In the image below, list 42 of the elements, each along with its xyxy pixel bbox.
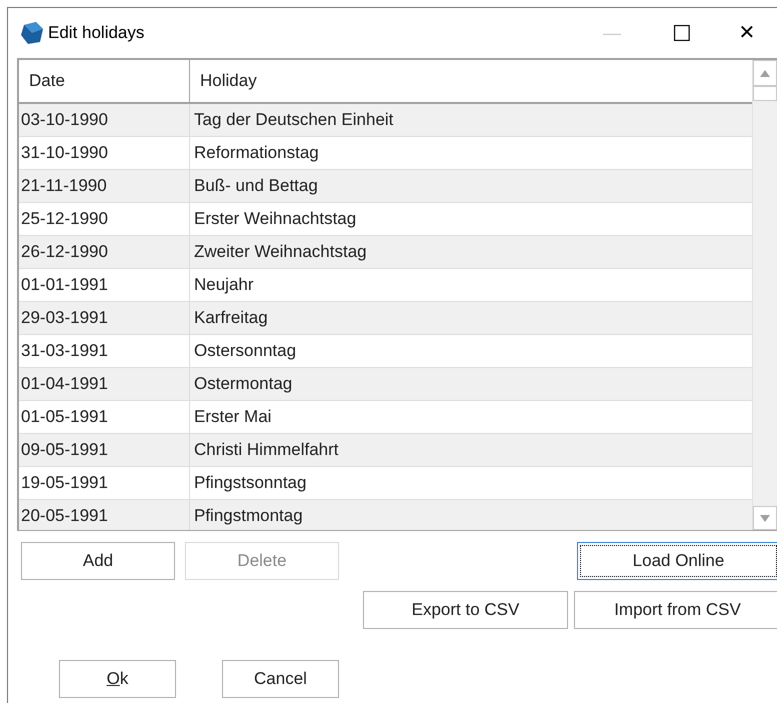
table-cell: 01-05-1991	[19, 401, 190, 433]
table-cell-text: Buß- und Bettag	[193, 175, 319, 198]
button[interactable]: Ok	[59, 660, 176, 698]
scroll-thumb[interactable]	[753, 86, 777, 101]
button[interactable]: Cancel	[222, 660, 339, 698]
table-cell: 20-05-1991	[19, 500, 190, 530]
table-cell-text: Pfingstsonntag	[193, 472, 308, 494]
button[interactable]: Export to CSV	[363, 591, 568, 629]
app-logo-icon	[20, 21, 44, 45]
table-cell-text: Zweiter Weihnachtstag	[193, 241, 368, 264]
table-cell-text: Erster Mai	[193, 406, 272, 428]
maximize-button[interactable]: ☐	[647, 16, 717, 50]
table-cell-text: Ostermontag	[193, 373, 294, 396]
table-cell: 01-04-1991	[19, 368, 190, 400]
table-cell-text: Ostersonntag	[193, 340, 298, 362]
table-cell: 21-11-1990	[19, 170, 190, 202]
column-header[interactable]: Date	[19, 60, 190, 102]
close-button[interactable]: ✕	[717, 18, 777, 48]
table-cell-text: Pfingstmontag	[193, 505, 304, 528]
table-cell: 26-12-1990	[19, 236, 190, 268]
scrollbar[interactable]	[752, 60, 777, 530]
table-cell-text: Erster Weihnachtstag	[193, 208, 358, 230]
table-cell-text: Karfreitag	[193, 307, 269, 330]
window-title: Edit holidays	[48, 22, 144, 44]
table-cell: 19-05-1991	[19, 467, 190, 499]
table-cell-text: Neujahr	[193, 274, 255, 296]
table-cell-text: Reformationstag	[193, 142, 320, 164]
table-cell: 31-10-1990	[19, 137, 190, 169]
table-cell-text: Tag der Deutschen Einheit	[193, 109, 394, 132]
table-cell: 01-01-1991	[19, 269, 190, 301]
table-cell-text: Christi Himmelfahrt	[193, 439, 340, 462]
table-cell: 03-10-1990	[19, 104, 190, 136]
table-cell: 25-12-1990	[19, 203, 190, 235]
column-header[interactable]: Holiday	[190, 60, 752, 102]
button[interactable]: Add	[21, 542, 175, 580]
button[interactable]: Import from CSV	[574, 591, 777, 629]
table-cell: 29-03-1991	[19, 302, 190, 334]
table-cell: 09-05-1991	[19, 434, 190, 466]
scroll-up-icon[interactable]	[753, 60, 777, 86]
table-cell: 31-03-1991	[19, 335, 190, 367]
button[interactable]: Load Online	[577, 542, 777, 580]
scroll-down-icon[interactable]	[753, 506, 777, 530]
